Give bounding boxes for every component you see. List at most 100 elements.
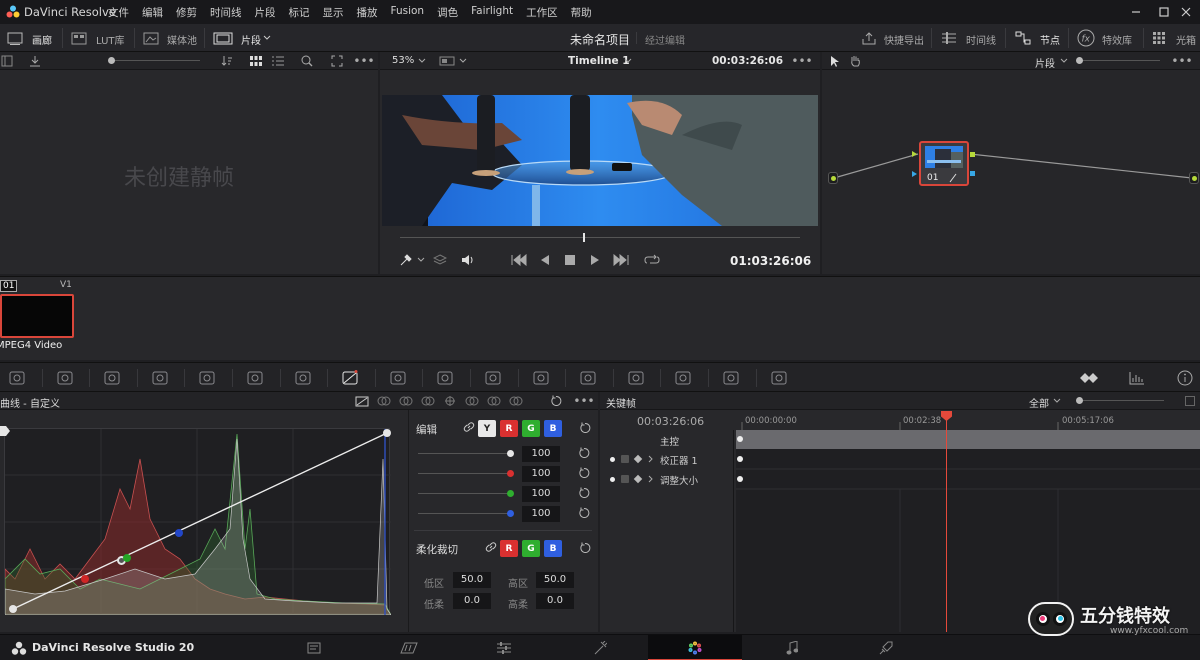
link-icon[interactable] <box>462 421 476 433</box>
curve-point-red[interactable] <box>81 575 89 583</box>
menu-item[interactable]: 播放 <box>357 5 378 20</box>
channel-button-g[interactable]: G <box>522 540 540 557</box>
diamond-icon[interactable] <box>633 474 643 484</box>
layers-icon[interactable] <box>432 252 448 268</box>
intensity-slider-handle[interactable] <box>507 470 514 477</box>
magic-mask-icon[interactable] <box>577 369 599 387</box>
menu-item[interactable]: 工作区 <box>526 5 558 20</box>
low-value-field[interactable]: 50.0 <box>453 572 491 588</box>
nodes-icon[interactable] <box>1014 30 1032 46</box>
track-row-corrector[interactable]: 校正器 1 <box>600 450 734 470</box>
app-menu[interactable]: DaVinci Resolve <box>24 5 116 19</box>
timeline-chevron-down-icon[interactable] <box>623 57 633 65</box>
effects-button[interactable]: 特效库 <box>1102 32 1132 47</box>
quick-export-icon[interactable] <box>860 30 878 46</box>
intensity-slider-track[interactable] <box>418 513 512 514</box>
keyframe-expand-icon[interactable] <box>1183 394 1197 408</box>
gallery-sidebar-toggle-icon[interactable] <box>0 54 14 68</box>
curve-mode-7-icon[interactable] <box>508 394 524 408</box>
window-icon[interactable] <box>482 369 504 387</box>
node-alpha-output[interactable] <box>970 171 975 176</box>
blur-icon[interactable] <box>625 369 647 387</box>
keyframes-filter[interactable]: 全部 <box>1029 395 1049 410</box>
motion-effects-icon[interactable] <box>292 369 314 387</box>
curve-line[interactable] <box>5 429 391 615</box>
menu-item[interactable]: 修剪 <box>176 5 197 20</box>
hand-icon[interactable] <box>848 54 862 68</box>
media-pool-button[interactable]: 媒体池 <box>167 32 197 47</box>
menu-item[interactable]: 帮助 <box>571 5 592 20</box>
viewer-scrubber-handle[interactable] <box>583 233 585 242</box>
lock-icon[interactable] <box>621 475 629 483</box>
channel-button-g[interactable]: G <box>522 420 540 437</box>
channel-button-b[interactable]: B <box>544 420 562 437</box>
curve-mode-6-icon[interactable] <box>486 394 502 408</box>
expand-icon[interactable] <box>330 54 344 68</box>
intensity-value-field[interactable]: 100 <box>522 506 560 522</box>
node-mode-selector[interactable]: 片段 <box>1035 55 1055 70</box>
video-frame[interactable] <box>382 95 818 226</box>
intensity-reset-icon[interactable] <box>578 447 592 461</box>
high-soft-value-field[interactable]: 0.0 <box>536 593 574 609</box>
media-page-icon[interactable] <box>304 640 324 656</box>
track-visible-dot[interactable] <box>610 477 615 482</box>
menu-item[interactable]: 调色 <box>437 5 458 20</box>
sizing-icon[interactable] <box>720 369 742 387</box>
filter-chevron-down-icon[interactable] <box>1052 397 1062 405</box>
edit-reset-icon[interactable] <box>578 421 592 435</box>
intensity-slider-handle[interactable] <box>507 450 514 457</box>
intensity-slider-handle[interactable] <box>507 510 514 517</box>
sort-icon[interactable] <box>220 54 234 68</box>
lock-icon[interactable] <box>621 455 629 463</box>
node-alpha-input[interactable] <box>912 171 917 177</box>
color-picker-icon[interactable] <box>398 252 414 268</box>
lightbox-icon[interactable] <box>1150 30 1168 46</box>
track-row-resize[interactable]: 调整大小 <box>600 470 734 490</box>
channel-button-r[interactable]: R <box>500 420 518 437</box>
menu-item[interactable]: 文件 <box>108 5 129 20</box>
fairlight-page-icon[interactable] <box>782 640 802 656</box>
zoom-chevron-down-icon[interactable] <box>417 57 427 65</box>
gallery-icon[interactable] <box>6 30 24 46</box>
chevron-right-icon[interactable] <box>646 474 656 484</box>
keyframe-zoom-slider[interactable] <box>1080 400 1164 401</box>
intensity-value-field[interactable]: 100 <box>522 466 560 482</box>
soft-clip-link-icon[interactable] <box>484 541 498 553</box>
picker-chevron-down-icon[interactable] <box>416 256 426 264</box>
clips-chevron-down-icon[interactable] <box>262 33 272 43</box>
menu-item[interactable]: 片段 <box>255 5 276 20</box>
deliver-page-icon[interactable] <box>876 640 896 656</box>
curve-mode-1-icon[interactable] <box>376 394 392 408</box>
chevron-right-icon[interactable] <box>646 454 656 464</box>
curve-mode-2-icon[interactable] <box>398 394 414 408</box>
maximize-icon[interactable] <box>1156 4 1172 20</box>
gallery-zoom-slider[interactable] <box>110 60 200 61</box>
gallery-zoom-handle[interactable] <box>108 57 115 64</box>
minimize-icon[interactable] <box>1128 4 1144 20</box>
curve-point-black[interactable] <box>9 605 17 613</box>
menu-item[interactable]: 标记 <box>289 5 310 20</box>
hdr-icon[interactable] <box>196 369 218 387</box>
stop-icon[interactable] <box>563 252 577 268</box>
layout-chevron-down-icon[interactable] <box>458 57 468 65</box>
keyframe-corrector-dot[interactable] <box>737 456 743 462</box>
intensity-reset-icon[interactable] <box>578 507 592 521</box>
soft-clip-reset-icon[interactable] <box>578 541 592 555</box>
list-view-icon[interactable] <box>271 54 285 68</box>
lightbox-button[interactable]: 光箱 <box>1176 32 1196 47</box>
low-soft-value-field[interactable]: 0.0 <box>453 593 491 609</box>
color-match-icon[interactable] <box>54 369 76 387</box>
rgb-mixer-icon[interactable] <box>244 369 266 387</box>
loop-icon[interactable] <box>643 252 661 268</box>
curves-more-icon[interactable]: ••• <box>573 394 594 408</box>
keyframe-resize-dot[interactable] <box>737 476 743 482</box>
close-icon[interactable] <box>1178 4 1194 20</box>
menu-item[interactable]: 时间线 <box>210 5 242 20</box>
diamond-icon[interactable] <box>633 454 643 464</box>
curve-mode-5-icon[interactable] <box>464 394 480 408</box>
keyframe-playhead[interactable] <box>946 412 947 632</box>
curve-mode-4-icon[interactable] <box>442 394 458 408</box>
pointer-icon[interactable] <box>828 54 842 68</box>
keyframe-timeline-area[interactable] <box>736 410 1200 632</box>
nodes-button[interactable]: 节点 <box>1040 32 1060 47</box>
